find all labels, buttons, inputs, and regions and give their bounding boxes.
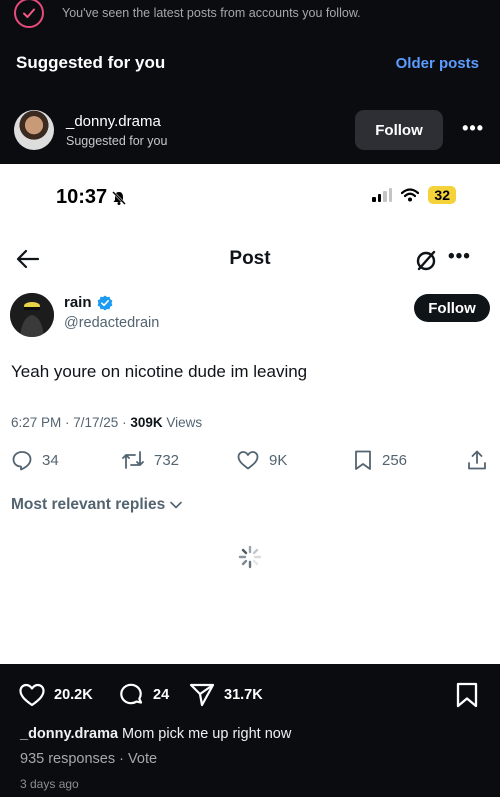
signal-icon — [372, 188, 393, 202]
author-display-name[interactable]: rain — [64, 294, 113, 311]
author-handle[interactable]: @redactedrain — [64, 315, 159, 331]
like-count: 9K — [269, 451, 288, 469]
status-bar-time: 10:37 — [56, 186, 127, 209]
account-username[interactable]: _donny.drama — [66, 113, 161, 130]
avatar[interactable] — [14, 110, 54, 150]
bookmark-icon[interactable] — [454, 681, 480, 709]
more-options-icon[interactable]: ••• — [448, 246, 471, 268]
post-action-bar: 20.2K 24 31.7K — [18, 682, 484, 708]
author-name-text[interactable]: rain — [64, 294, 92, 311]
reply-count: 34 — [42, 451, 59, 469]
older-posts-link[interactable]: Older posts — [396, 55, 479, 72]
checkmark-circle-icon — [14, 0, 44, 28]
caught-up-text: You've seen the latest posts from accoun… — [62, 6, 361, 20]
caught-up-notice: You've seen the latest posts from accoun… — [14, 0, 361, 32]
chevron-down-icon — [170, 501, 183, 509]
instagram-feed-header: You've seen the latest posts from accoun… — [0, 0, 500, 164]
comment-count: 24 — [153, 687, 170, 703]
share-button[interactable]: 31.7K — [188, 682, 263, 708]
comment-icon — [120, 683, 143, 705]
verified-badge-icon — [97, 295, 112, 310]
like-button[interactable]: 20.2K — [18, 682, 93, 708]
heart-icon — [19, 683, 45, 707]
post-text: Yeah youre on nicotine dude im leaving — [11, 362, 308, 381]
repost-button[interactable]: 732 — [121, 449, 179, 471]
bell-muted-icon — [112, 190, 127, 205]
post-header: Post ••• — [0, 246, 500, 276]
send-icon — [189, 683, 215, 707]
wifi-icon — [401, 188, 420, 202]
reply-icon — [12, 451, 32, 471]
post-image: 10:37 32 Post ••• rain @redactedrain Fol… — [0, 164, 500, 664]
clock-text: 10:37 — [56, 186, 108, 208]
instagram-post-footer: 20.2K 24 31.7K _donny.drama Mom pick me … — [0, 664, 500, 797]
avatar[interactable] — [10, 293, 54, 337]
bookmark-button[interactable]: 256 — [353, 449, 407, 471]
caption-text: Mom pick me up right now — [118, 726, 292, 742]
follow-button[interactable]: Follow — [355, 110, 443, 150]
status-bar-indicators: 32 — [372, 186, 456, 204]
repost-icon — [122, 451, 144, 469]
views-count: 309K — [130, 415, 163, 430]
poll-responses-link[interactable]: 935 responses · Vote — [20, 751, 157, 767]
bookmark-count: 256 — [382, 451, 408, 469]
reply-button[interactable]: 34 — [11, 449, 59, 471]
battery-indicator: 32 — [428, 186, 456, 204]
post-caption: _donny.drama Mom pick me up right now — [20, 726, 291, 742]
heart-icon — [237, 451, 259, 470]
follow-button[interactable]: Follow — [414, 294, 490, 322]
post-metadata: 6:27 PM · 7/17/25 · 309K Views — [11, 415, 202, 430]
like-button[interactable]: 9K — [236, 449, 287, 471]
suggested-heading: Suggested for you — [16, 53, 166, 72]
bookmark-icon — [355, 450, 371, 470]
like-count: 20.2K — [54, 687, 93, 703]
replies-sort-label: Most relevant replies — [11, 496, 166, 513]
share-count: 31.7K — [224, 687, 263, 703]
post-timestamp: 3 days ago — [20, 777, 79, 791]
share-button[interactable] — [466, 449, 488, 471]
views-label: Views — [162, 415, 203, 430]
loading-spinner-icon — [238, 545, 262, 569]
post-timestamp: 6:27 PM · 7/17/25 · — [11, 415, 131, 430]
caption-username[interactable]: _donny.drama — [20, 726, 118, 742]
repost-count: 732 — [154, 451, 180, 469]
account-subtitle: Suggested for you — [66, 134, 168, 148]
post-author: rain @redactedrain Follow — [10, 293, 490, 337]
suggested-account-row[interactable]: _donny.drama Suggested for you Follow ••… — [14, 108, 486, 154]
grok-icon[interactable] — [414, 249, 438, 273]
share-icon — [468, 450, 486, 470]
replies-sort-dropdown[interactable]: Most relevant replies — [11, 496, 183, 514]
post-action-bar: 34 732 9K 256 — [0, 449, 500, 475]
more-options-icon[interactable]: ••• — [462, 118, 484, 139]
comment-button[interactable]: 24 — [117, 682, 169, 708]
